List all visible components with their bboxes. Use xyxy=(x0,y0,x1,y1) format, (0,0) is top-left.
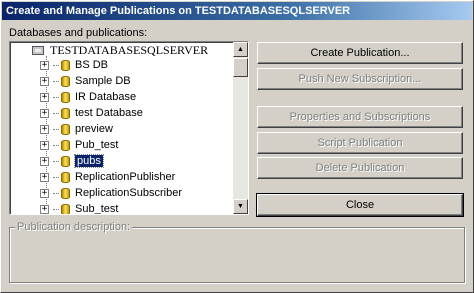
database-icon xyxy=(61,91,70,103)
tree-node[interactable]: + Sub_test xyxy=(40,201,118,214)
tree-node[interactable]: + preview xyxy=(40,121,113,137)
expand-icon[interactable]: + xyxy=(40,188,49,198)
tree-branch-line xyxy=(53,160,59,162)
title-bar: Create and Manage Publications on TESTDA… xyxy=(2,2,472,20)
tree-node-label: ReplicationSubscriber xyxy=(75,187,182,199)
tree-root-label: TESTDATABASESQLSERVER xyxy=(50,43,209,57)
tree-node-label: pubs xyxy=(74,154,104,168)
tree-node[interactable]: + Sample DB xyxy=(40,73,131,89)
publication-description-label: Publication description: xyxy=(15,221,133,233)
expand-icon[interactable]: + xyxy=(40,60,49,70)
push-subscription-button[interactable]: Push New Subscription... xyxy=(257,68,463,90)
tree-node[interactable]: + Pub_test xyxy=(40,137,118,153)
database-icon xyxy=(61,123,70,135)
expand-icon[interactable]: + xyxy=(40,76,49,86)
expand-icon[interactable]: + xyxy=(40,172,49,182)
scroll-up-icon[interactable]: ▲ xyxy=(233,42,248,57)
scroll-down-icon[interactable]: ▼ xyxy=(233,199,248,214)
database-icon xyxy=(61,203,70,214)
publications-dialog: Create and Manage Publications on TESTDA… xyxy=(0,0,474,293)
tree-branch-line xyxy=(53,208,59,210)
tree-node[interactable]: + IR Database xyxy=(40,89,136,105)
tree-node-label: ReplicationPublisher xyxy=(75,171,176,183)
tree-root-node[interactable]: TESTDATABASESQLSERVER xyxy=(32,43,208,58)
database-tree[interactable]: TESTDATABASESQLSERVER + BS DB + Sample D… xyxy=(9,41,249,215)
expand-icon[interactable]: + xyxy=(40,140,49,150)
create-publication-button[interactable]: Create Publication... xyxy=(257,42,463,64)
tree-node-label: preview xyxy=(75,123,113,135)
database-icon xyxy=(61,171,70,183)
tree-node-label: Pub_test xyxy=(75,139,119,151)
scrollbar-thumb[interactable] xyxy=(233,58,248,77)
tree-branch-line xyxy=(53,176,59,178)
tree-node-label: Sub_test xyxy=(75,203,119,214)
database-icon xyxy=(61,187,70,199)
server-icon xyxy=(32,46,44,55)
tree-branch-line xyxy=(53,112,59,114)
publication-description-group xyxy=(9,227,465,283)
tree-node[interactable]: + test Database xyxy=(40,105,143,121)
expand-icon[interactable]: + xyxy=(40,108,49,118)
expand-icon[interactable]: + xyxy=(40,156,49,166)
expand-icon[interactable]: + xyxy=(40,204,49,214)
tree-node[interactable]: + ReplicationPublisher xyxy=(40,169,175,185)
close-button[interactable]: Close xyxy=(256,193,464,217)
database-icon xyxy=(61,155,70,167)
tree-node[interactable]: + ReplicationSubscriber xyxy=(40,185,182,201)
database-icon xyxy=(61,59,70,71)
tree-node-label: Sample DB xyxy=(75,75,131,87)
database-icon xyxy=(61,75,70,87)
tree-branch-line xyxy=(53,144,59,146)
tree-branch-line xyxy=(53,96,59,98)
tree-branch-line xyxy=(53,64,59,66)
tree-node[interactable]: + BS DB xyxy=(40,57,108,73)
expand-icon[interactable]: + xyxy=(40,92,49,102)
tree-label: Databases and publications: xyxy=(9,27,148,39)
tree-node-selected[interactable]: + pubs xyxy=(40,153,104,169)
tree-scrollbar[interactable]: ▲ ▼ xyxy=(233,42,248,214)
tree-branch-line xyxy=(53,128,59,130)
database-icon xyxy=(61,139,70,151)
database-icon xyxy=(61,107,70,119)
tree-branch-line xyxy=(53,80,59,82)
expand-icon[interactable]: + xyxy=(40,124,49,134)
tree-node-label: IR Database xyxy=(75,91,137,103)
delete-publication-button[interactable]: Delete Publication xyxy=(257,157,463,179)
tree-node-label: test Database xyxy=(75,107,143,119)
tree-node-label: BS DB xyxy=(75,59,109,71)
tree-content: TESTDATABASESQLSERVER + BS DB + Sample D… xyxy=(10,42,234,214)
script-publication-button[interactable]: Script Publication xyxy=(257,132,463,154)
properties-subscriptions-button[interactable]: Properties and Subscriptions xyxy=(257,106,463,128)
tree-branch-line xyxy=(53,192,59,194)
